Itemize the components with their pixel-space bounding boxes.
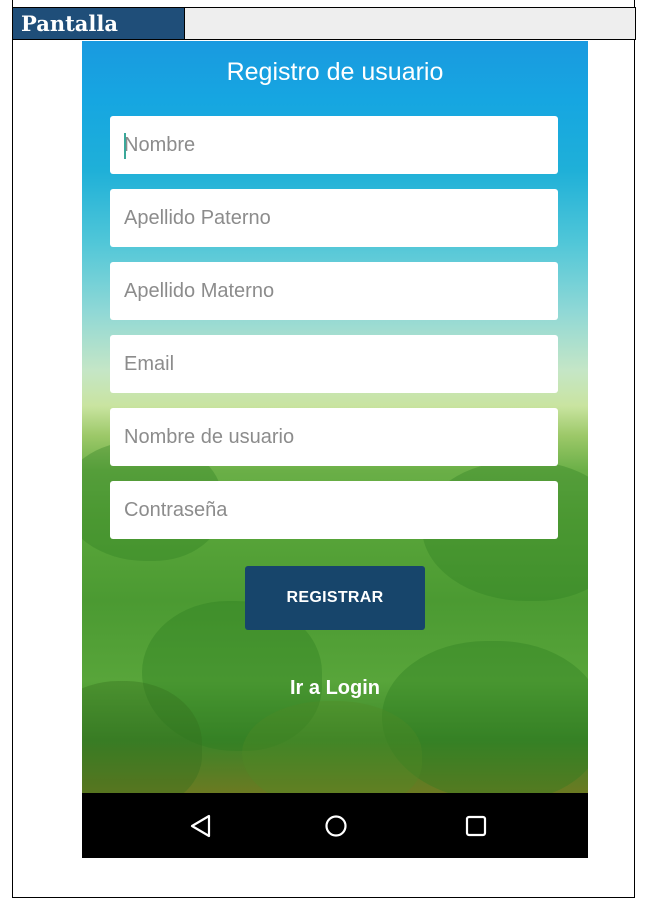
maternal-surname-input[interactable] bbox=[110, 262, 558, 320]
document-page: Pantalla Registro de usuario Nombre Apel… bbox=[0, 0, 646, 900]
first-name-field[interactable] bbox=[110, 116, 558, 174]
phone-screen: Registro de usuario REGISTRAR Ir a Login bbox=[82, 41, 588, 858]
password-input[interactable] bbox=[110, 481, 558, 539]
text-cursor bbox=[124, 133, 126, 159]
screen-title: Registro de usuario bbox=[226, 58, 444, 86]
email-input[interactable] bbox=[110, 335, 558, 393]
home-circle-icon[interactable] bbox=[323, 813, 349, 839]
username-field[interactable] bbox=[110, 408, 558, 466]
email-field[interactable] bbox=[110, 335, 558, 393]
recents-square-icon[interactable] bbox=[463, 813, 489, 839]
document-header-row: Pantalla bbox=[12, 7, 636, 40]
first-name-input[interactable] bbox=[110, 116, 558, 174]
header-empty-cell bbox=[185, 8, 635, 39]
header-label: Pantalla bbox=[13, 8, 185, 39]
back-triangle-icon[interactable] bbox=[188, 813, 214, 839]
register-button[interactable]: REGISTRAR bbox=[245, 566, 425, 630]
paternal-surname-input[interactable] bbox=[110, 189, 558, 247]
username-input[interactable] bbox=[110, 408, 558, 466]
paternal-surname-field[interactable] bbox=[110, 189, 558, 247]
password-field[interactable] bbox=[110, 481, 558, 539]
go-to-login-link[interactable]: Ir a Login bbox=[82, 677, 588, 700]
maternal-surname-field[interactable] bbox=[110, 262, 558, 320]
android-navigation-bar bbox=[82, 793, 588, 858]
